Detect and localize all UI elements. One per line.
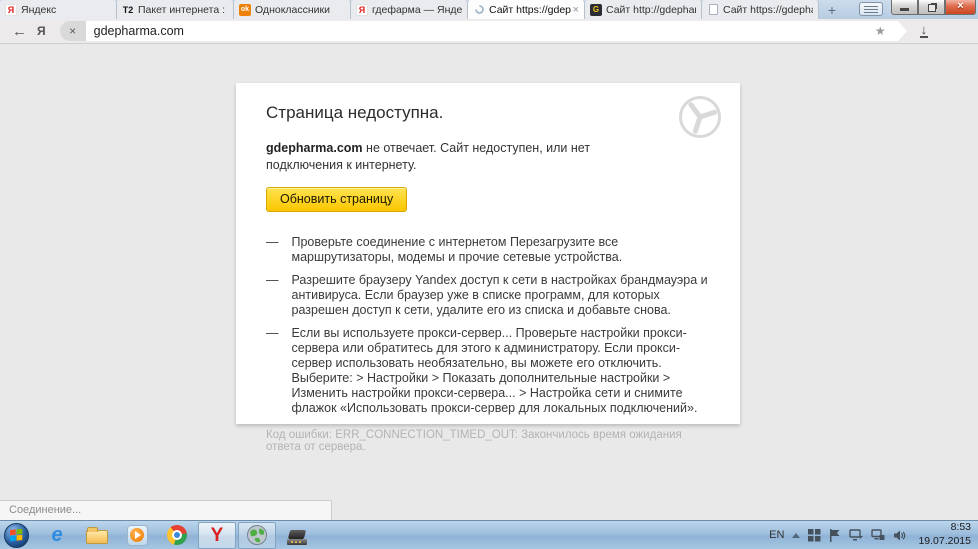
back-icon[interactable]: ← xyxy=(12,24,27,39)
bullet-dash: — xyxy=(266,326,279,416)
error-domain: gdepharma.com xyxy=(266,141,363,155)
language-indicator[interactable]: EN xyxy=(769,529,784,541)
desktop: Я Яндекс Т2 Пакет интернета : Кр ok Одно… xyxy=(0,0,978,549)
tele2-favicon: Т2 xyxy=(122,4,134,16)
tab-yandex-home[interactable]: Я Яндекс xyxy=(0,0,117,19)
taskbar: e Y xyxy=(0,520,978,549)
tab-tele2[interactable]: Т2 Пакет интернета : Кр xyxy=(117,0,234,19)
network-icon[interactable] xyxy=(871,529,885,542)
close-button[interactable]: × xyxy=(945,0,976,15)
show-hidden-icons-icon[interactable] xyxy=(792,533,800,538)
tab-bar: Я Яндекс Т2 Пакет интернета : Кр ok Одно… xyxy=(0,0,978,19)
windows-flag-icon xyxy=(10,529,23,542)
url-text[interactable]: gdepharma.com xyxy=(94,24,875,38)
error-message: gdepharma.com не отвечает. Сайт недоступ… xyxy=(266,140,656,174)
browser-menu-icon[interactable] xyxy=(859,2,883,16)
blank-page-favicon xyxy=(707,4,719,16)
terminal-icon xyxy=(287,530,307,545)
tab-gdepharma-https[interactable]: Сайт https://gdephar xyxy=(702,0,819,19)
tab-odnoklassniki[interactable]: ok Одноклассники xyxy=(234,0,351,19)
tip-item: — Проверьте соединение с интернетом Пере… xyxy=(266,235,718,265)
taskbar-icons: e Y xyxy=(37,521,317,549)
minimize-button[interactable] xyxy=(891,0,918,15)
address-toolbar: ← Я × gdepharma.com ★ ↓ xyxy=(0,19,978,44)
windows-update-icon[interactable] xyxy=(849,529,863,542)
chrome-icon xyxy=(167,525,187,545)
clock-time: 8:53 xyxy=(918,521,971,535)
tab-gdepharma-active[interactable]: Сайт https://gdephar × xyxy=(468,0,585,19)
tab-label: Яндекс xyxy=(21,4,111,16)
bullet-dash: — xyxy=(266,273,279,318)
yandex-home-icon[interactable]: Я xyxy=(37,24,46,38)
get-windows10-icon[interactable] xyxy=(808,529,821,542)
odnoklassniki-favicon: ok xyxy=(239,4,251,16)
error-card: Страница недоступна. gdepharma.com не от… xyxy=(236,83,740,424)
taskbar-clock[interactable]: 8:53 19.07.2015 xyxy=(918,521,971,548)
globe-app-button[interactable] xyxy=(238,522,276,549)
tab-label: Сайт http://gdepharm xyxy=(606,4,696,16)
yandex-browser-icon: Y xyxy=(211,526,224,545)
internet-explorer-icon: e xyxy=(51,525,62,545)
yandex-favicon: Я xyxy=(356,4,368,16)
stop-loading-icon[interactable]: × xyxy=(60,21,86,41)
troubleshooting-tips: — Проверьте соединение с интернетом Пере… xyxy=(266,235,718,416)
file-explorer-button[interactable] xyxy=(77,522,117,549)
volume-icon[interactable] xyxy=(893,529,906,542)
internet-explorer-button[interactable]: e xyxy=(37,522,77,549)
yandex-browser-logo-icon xyxy=(678,95,722,139)
tab-label: Пакет интернета : Кр xyxy=(138,4,228,16)
tip-text: Проверьте соединение с интернетом Переза… xyxy=(292,235,719,265)
error-code: Код ошибки: ERR_CONNECTION_TIMED_OUT: За… xyxy=(266,429,718,453)
folder-icon xyxy=(86,530,108,544)
system-tray: EN xyxy=(769,521,978,548)
window-controls: × xyxy=(891,0,976,15)
page-viewport: Страница недоступна. gdepharma.com не от… xyxy=(0,45,978,520)
chrome-button[interactable] xyxy=(157,522,197,549)
tab-label: Сайт https://gdephar xyxy=(489,4,571,16)
reload-page-button[interactable]: Обновить страницу xyxy=(266,187,407,212)
tab-gdefarma-search[interactable]: Я гдефарма — Яндекс: xyxy=(351,0,468,19)
yandex-favicon: Я xyxy=(5,4,17,16)
media-player-button[interactable] xyxy=(117,522,157,549)
yandex-browser-button[interactable]: Y xyxy=(198,522,236,549)
tip-item: — Если вы используете прокси-сервер... П… xyxy=(266,326,718,416)
tip-item: — Разрешите браузеру Yandex доступ к сет… xyxy=(266,273,718,318)
new-tab-button[interactable]: + xyxy=(819,0,845,19)
tip-text: Разрешите браузеру Yandex доступ к сети … xyxy=(292,273,719,318)
download-icon[interactable]: ↓ xyxy=(920,24,929,38)
clock-date: 19.07.2015 xyxy=(918,535,971,549)
status-bar: Соединение... xyxy=(0,500,332,520)
loading-spinner-icon xyxy=(473,4,485,16)
action-center-flag-icon[interactable] xyxy=(829,529,841,542)
tab-gdepharma-http[interactable]: G Сайт http://gdepharm xyxy=(585,0,702,19)
tab-close-icon[interactable]: × xyxy=(573,4,579,16)
error-title: Страница недоступна. xyxy=(266,103,718,123)
media-player-icon xyxy=(127,525,148,546)
tab-label: Сайт https://gdephar xyxy=(723,4,813,16)
g-favicon: G xyxy=(590,4,602,16)
restore-button[interactable] xyxy=(918,0,945,15)
terminal-app-button[interactable] xyxy=(277,522,317,549)
bullet-dash: — xyxy=(266,235,279,265)
globe-icon xyxy=(246,524,268,546)
tab-label: гдефарма — Яндекс: xyxy=(372,4,462,16)
address-bar[interactable]: × gdepharma.com ★ xyxy=(60,21,898,41)
start-button[interactable] xyxy=(4,523,29,548)
tab-label: Одноклассники xyxy=(255,4,345,16)
bookmark-star-icon[interactable]: ★ xyxy=(875,24,886,38)
tip-text: Если вы используете прокси-сервер... Про… xyxy=(292,326,719,416)
